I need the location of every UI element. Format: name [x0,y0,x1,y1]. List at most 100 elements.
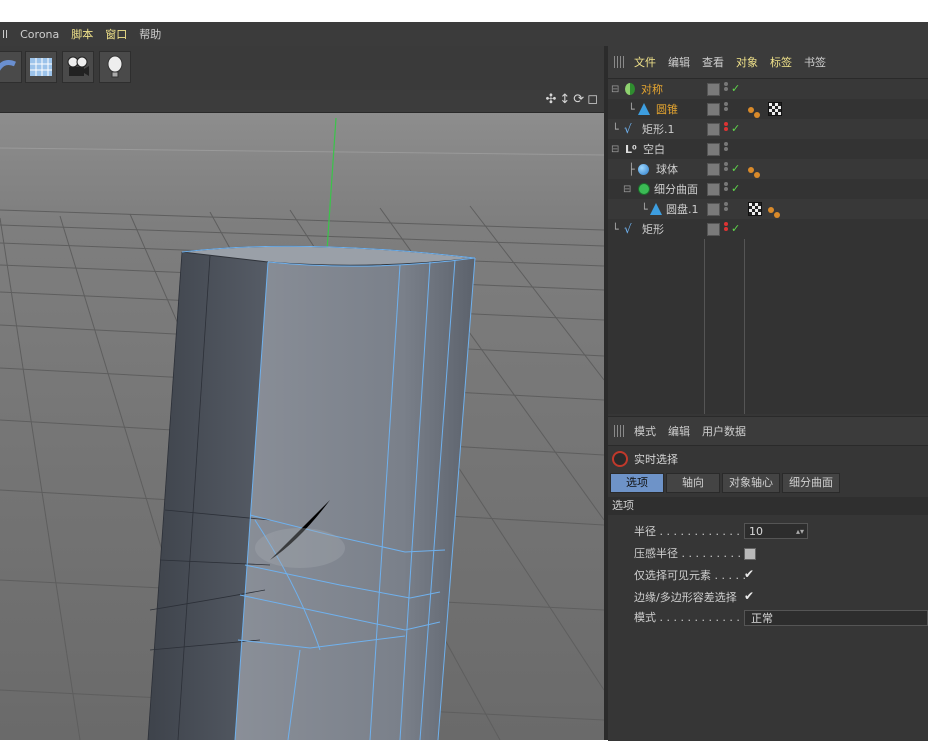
radius-label: 半径 . . . . . . . . . . . . . . [634,525,754,538]
menu-item-window[interactable]: 窗口 [105,26,127,42]
subtab-subdivision[interactable]: 细分曲面 [782,473,840,493]
visibility-icon[interactable] [707,223,720,236]
render-dots[interactable] [724,161,729,172]
tree-expander-icon[interactable]: ⊟ [611,144,619,155]
menu-item-script[interactable]: 脚本 [71,26,93,42]
render-dots[interactable] [724,101,729,112]
tab-user-data[interactable]: 用户数据 [702,423,746,439]
render-dots[interactable] [724,81,729,92]
object-name[interactable]: 矩形 [642,221,664,237]
object-row-rectangle-1[interactable]: └ √ 矩形.1 ✓ [608,119,928,139]
rotate-view-icon[interactable]: ⟳ [573,92,584,107]
material-tag-icon[interactable] [748,202,762,216]
pressure-radius-label: 压感半径 . . . . . . . . . . . [634,547,755,560]
visibility-icon[interactable] [707,83,720,96]
maximize-view-icon[interactable]: ◻ [587,92,598,107]
subtab-object-axis[interactable]: 对象轴心 [722,473,780,493]
mode-dropdown[interactable]: 正常 [744,610,928,626]
tab-tags[interactable]: 标签 [770,54,792,70]
object-name[interactable]: 球体 [656,161,678,177]
tab-bookmarks[interactable]: 书签 [804,54,826,70]
visible-only-checkbox[interactable]: ✔ [744,567,754,581]
phong-tag-icon[interactable] [748,107,762,119]
object-name[interactable]: 矩形.1 [642,121,675,137]
object-list: ⊟ 对称 ✓ └ 圆锥 └ √ 矩形.1 ✓ ⊟ L⁰ 空白 ├ 球体 ✓ ⊟ … [608,79,928,414]
subtab-axis[interactable]: 轴向 [666,473,720,493]
tab-edit[interactable]: 编辑 [668,423,690,439]
subtab-options[interactable]: 选项 [610,473,664,493]
enabled-check-icon[interactable]: ✓ [731,82,740,95]
disc-object-icon [650,203,662,215]
cylinder-selected-faces [235,258,475,740]
mode-row: 模式 . . . . . . . . . . . . . . [634,607,754,627]
live-selection-icon [612,451,628,467]
edge-tolerance-row: 边缘/多边形容差选择 [634,587,737,607]
pressure-radius-checkbox[interactable] [744,548,756,560]
object-name[interactable]: 空白 [643,141,665,157]
object-name[interactable]: 对称 [641,81,663,97]
tab-file[interactable]: 文件 [634,54,656,70]
object-row-disc-1[interactable]: └ 圆盘.1 [608,199,928,219]
tree-expander-icon[interactable]: ⊟ [611,84,619,95]
section-header: 选项 [608,497,928,515]
visibility-icon[interactable] [707,103,720,116]
tree-line: └ [641,202,648,216]
camera-icon [67,56,89,76]
attribute-subtabs: 选项 轴向 对象轴心 细分曲面 [610,473,840,493]
subdivision-object-icon [638,183,650,195]
grip-icon[interactable] [614,425,626,437]
light-button[interactable] [99,51,131,83]
tab-mode[interactable]: 模式 [634,423,656,439]
menu-bar: ll Corona 脚本 窗口 帮助 [0,22,928,46]
phong-tag-icon[interactable] [748,167,762,179]
object-row-symmetry[interactable]: ⊟ 对称 ✓ [608,79,928,99]
tab-objects[interactable]: 对象 [736,54,758,70]
material-tag-icon[interactable] [768,102,782,116]
enabled-check-icon[interactable]: ✓ [731,162,740,175]
object-row-rectangle[interactable]: └ √ 矩形 ✓ [608,219,928,239]
phong-tag-icon[interactable] [768,207,782,219]
viewport-3d[interactable] [0,113,604,740]
move-view-icon[interactable]: ✣ [545,92,556,107]
visibility-icon[interactable] [707,183,720,196]
tree-expander-icon[interactable]: ⊟ [623,184,631,195]
stepper-icon[interactable]: ▴▾ [796,524,804,540]
spline-tool-icon [0,60,16,71]
enabled-check-icon[interactable]: ✓ [731,222,740,235]
object-name[interactable]: 圆盘.1 [666,201,699,217]
floor-icon [30,58,52,76]
visibility-icon[interactable] [707,163,720,176]
render-dots[interactable] [724,221,729,232]
floor-button[interactable] [25,51,57,83]
attribute-menu: 模式 编辑 用户数据 [608,417,928,446]
viewport-header: ✣ ↕ ⟳ ◻ [0,90,604,113]
tab-edit[interactable]: 编辑 [668,54,690,70]
edge-tolerance-checkbox[interactable]: ✔ [744,589,754,603]
object-name[interactable]: 圆锥 [656,101,678,117]
tab-view[interactable]: 查看 [702,54,724,70]
menu-item-corona[interactable]: Corona [20,28,59,41]
camera-button[interactable] [62,51,94,83]
object-row-cone[interactable]: └ 圆锥 [608,99,928,119]
menu-item-ll[interactable]: ll [2,28,8,41]
grip-icon[interactable] [614,56,626,68]
object-row-null[interactable]: ⊟ L⁰ 空白 [608,139,928,159]
object-row-subdivision[interactable]: ⊟ 细分曲面 ✓ [608,179,928,199]
sphere-object-icon [638,163,649,175]
visibility-icon[interactable] [707,143,720,156]
render-dots[interactable] [724,201,729,212]
spline-tool-button[interactable] [0,51,22,83]
object-row-sphere[interactable]: ├ 球体 ✓ [608,159,928,179]
render-dots[interactable] [724,181,729,192]
visibility-icon[interactable] [707,203,720,216]
radius-input[interactable]: 10 ▴▾ [744,523,808,539]
enabled-check-icon[interactable]: ✓ [731,182,740,195]
render-dots[interactable] [724,141,729,152]
zoom-view-icon[interactable]: ↕ [559,92,570,107]
enabled-check-icon[interactable]: ✓ [731,122,740,135]
render-dots[interactable] [724,121,729,132]
menu-item-help[interactable]: 帮助 [139,26,161,42]
edge-tolerance-label: 边缘/多边形容差选择 [634,591,737,604]
object-name[interactable]: 细分曲面 [654,181,698,197]
visibility-icon[interactable] [707,123,720,136]
